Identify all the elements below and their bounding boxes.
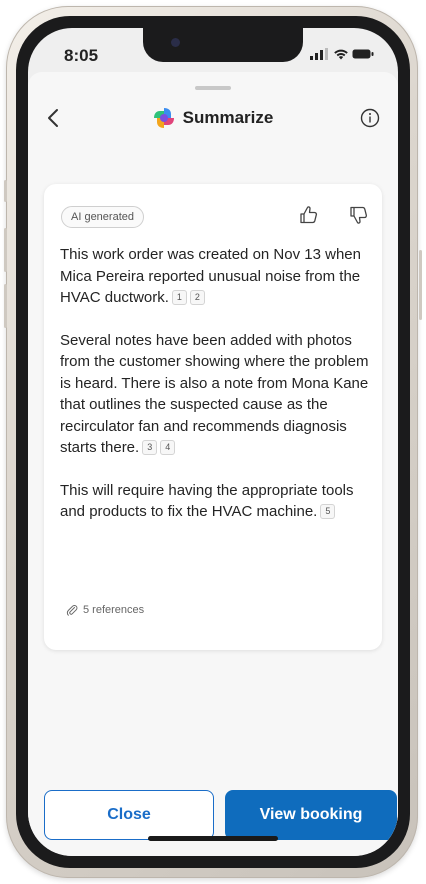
status-bar: 8:05 [28, 28, 398, 78]
reference-marker[interactable]: 5 [320, 504, 336, 519]
close-button[interactable]: Close [44, 790, 214, 840]
nav-bar: Summarize [28, 96, 398, 142]
summary-body: This work order was created on Nov 13 wh… [60, 244, 372, 544]
thumbs-up-icon [300, 206, 318, 224]
camera-icon [171, 38, 180, 47]
volume-up-button [4, 228, 7, 272]
silent-switch [4, 180, 7, 202]
summary-paragraph: This will require having the appropriate… [60, 480, 372, 523]
reference-marker[interactable]: 2 [189, 290, 205, 305]
paragraph-text: This work order was created on Nov 13 wh… [60, 246, 361, 306]
reference-marker[interactable]: 1 [171, 290, 187, 305]
references-label: 5 references [83, 604, 145, 616]
references-link[interactable]: 5 references [66, 604, 144, 616]
screen: 8:05 Summarize AI generated This work or… [28, 28, 398, 856]
wifi-icon [334, 49, 348, 60]
power-button [419, 250, 422, 320]
thumbs-up-button[interactable] [296, 202, 322, 228]
summary-sheet: Summarize AI generated This work order w… [28, 72, 398, 856]
thumbs-down-icon [350, 206, 368, 224]
paperclip-icon [66, 604, 78, 616]
notch [143, 28, 303, 62]
battery-icon [352, 49, 374, 59]
reference-marker[interactable]: 3 [142, 440, 158, 455]
thumbs-down-button[interactable] [346, 202, 372, 228]
info-button[interactable] [354, 102, 386, 134]
volume-down-button [4, 284, 7, 328]
copilot-icon [153, 108, 174, 128]
paragraph-text: Several notes have been added with photo… [60, 331, 369, 457]
summary-paragraph: This work order was created on Nov 13 wh… [60, 244, 372, 309]
sheet-grabber[interactable] [195, 86, 231, 90]
status-icons [310, 47, 374, 61]
summary-paragraph: Several notes have been added with photo… [60, 330, 372, 459]
signal-icon [310, 48, 328, 60]
paragraph-text: This will require having the appropriate… [60, 481, 354, 521]
status-time: 8:05 [64, 46, 99, 65]
page-title: Summarize [182, 108, 274, 127]
view-booking-button[interactable]: View booking [225, 790, 397, 840]
summary-card: AI generated This work order was created… [44, 184, 382, 650]
ai-generated-badge: AI generated [61, 206, 144, 228]
reference-marker[interactable]: 4 [160, 440, 176, 455]
info-icon [360, 108, 380, 128]
nav-title: Summarize [28, 104, 398, 132]
home-indicator[interactable] [148, 836, 278, 841]
